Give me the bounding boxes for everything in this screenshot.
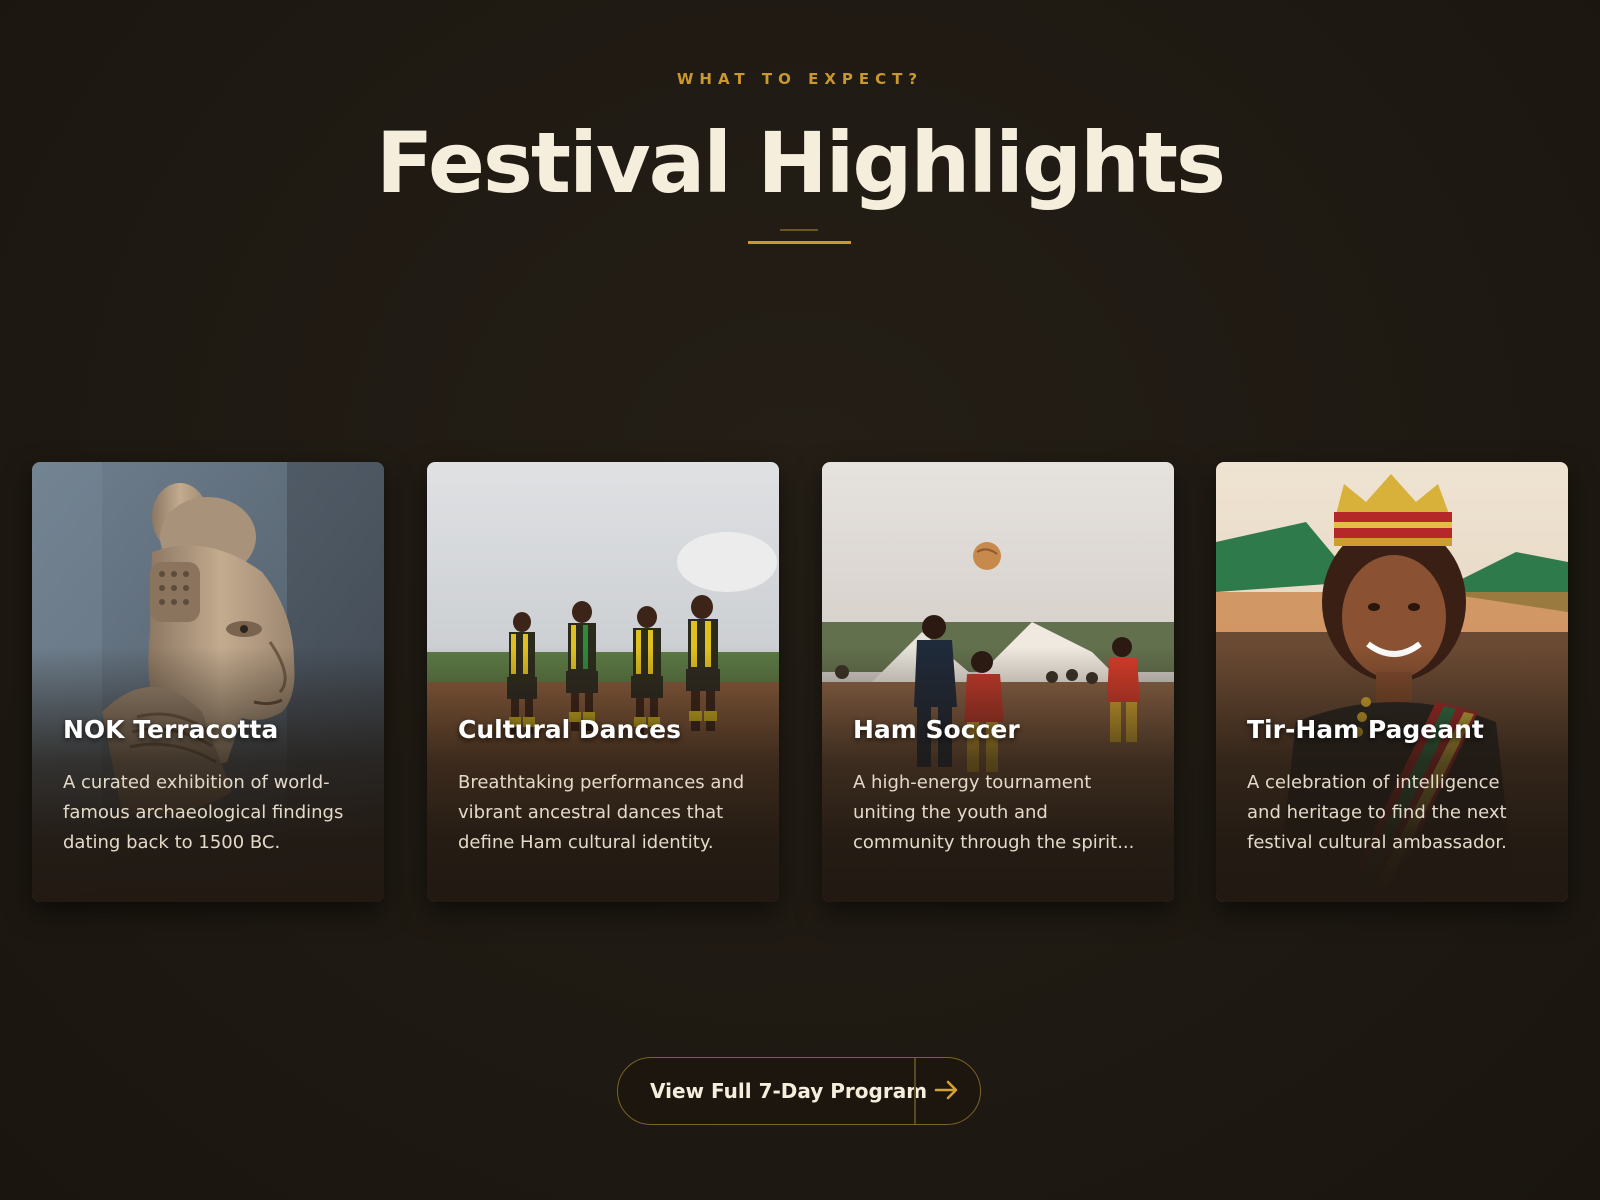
title-divider-small <box>780 229 818 231</box>
card-ham-soccer[interactable]: Ham Soccer A high-energy tournament unit… <box>822 462 1174 902</box>
section-eyebrow: WHAT TO EXPECT? <box>676 70 924 88</box>
card-title: NOK Terracotta <box>63 715 279 744</box>
card-nok-terracotta[interactable]: NOK Terracotta A curated exhibition of w… <box>32 462 384 902</box>
card-title: Cultural Dances <box>458 715 682 744</box>
title-divider <box>748 241 851 244</box>
card-description: A curated exhibition of world- famous ar… <box>63 772 344 853</box>
card-description: A high-energy tournament uniting the you… <box>853 772 1135 853</box>
card-description: Breathtaking performances and vibrant an… <box>458 772 745 853</box>
highlight-cards: NOK Terracotta A curated exhibition of w… <box>32 462 1568 902</box>
view-program-button[interactable]: View Full 7-Day Program <box>617 1057 981 1125</box>
festival-highlights-section: WHAT TO EXPECT? Festival Highlights NOK … <box>0 0 1600 1200</box>
card-cultural-dances[interactable]: Cultural Dances Breathtaking performance… <box>427 462 779 902</box>
arrow-right-icon <box>934 1080 958 1100</box>
card-tir-ham-pageant[interactable]: Tir-Ham Pageant A celebration of intelli… <box>1216 462 1568 902</box>
card-title: Tir-Ham Pageant <box>1247 715 1484 744</box>
button-divider <box>914 1058 916 1124</box>
section-title: Festival Highlights <box>375 114 1226 212</box>
card-description: A celebration of intelligence and herita… <box>1247 772 1507 853</box>
view-program-label: View Full 7-Day Program <box>650 1079 928 1103</box>
card-title: Ham Soccer <box>853 715 1020 744</box>
